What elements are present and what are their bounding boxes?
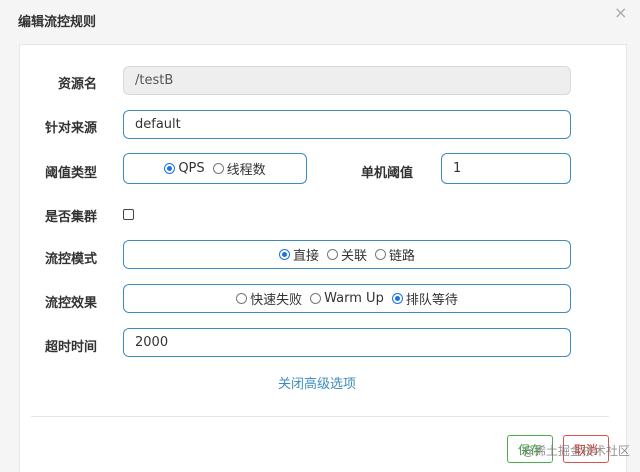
close-icon[interactable]: × bbox=[614, 3, 627, 22]
radio-warm-up-label: Warm Up bbox=[324, 291, 384, 306]
single-threshold-label: 单机阈值 bbox=[360, 166, 413, 181]
radio-qps-indicator[interactable] bbox=[164, 163, 176, 174]
radio-queue-indicator[interactable] bbox=[391, 293, 403, 304]
control-behavior-group: 快速失败 Warm Up 排队等待 bbox=[123, 284, 571, 313]
radio-chain-indicator[interactable] bbox=[375, 249, 386, 260]
radio-qps-label: QPS bbox=[178, 161, 205, 176]
timeout-label: 超时时间 bbox=[44, 340, 97, 355]
radio-direct[interactable]: 直接 bbox=[278, 245, 319, 264]
resource-field: /testB bbox=[123, 66, 571, 95]
radio-thread-count[interactable]: 线程数 bbox=[212, 159, 266, 178]
resource-label: 资源名 bbox=[57, 77, 97, 92]
radio-fast-fail-indicator[interactable] bbox=[236, 293, 248, 304]
radio-thread-count-indicator[interactable] bbox=[212, 163, 224, 174]
radio-fast-fail-label: 快速失败 bbox=[250, 293, 303, 308]
cluster-checkbox[interactable] bbox=[123, 209, 134, 220]
single-threshold-input[interactable]: 1 bbox=[441, 153, 571, 184]
radio-warm-up-indicator[interactable] bbox=[310, 293, 322, 304]
resource-value: /testB bbox=[135, 73, 174, 88]
limit-app-label: 针对来源 bbox=[44, 121, 97, 136]
limit-app-input[interactable]: default bbox=[123, 110, 571, 139]
threshold-type-group: QPS 线程数 bbox=[123, 153, 307, 184]
radio-thread-count-label: 线程数 bbox=[226, 163, 266, 178]
limit-app-value: default bbox=[135, 117, 181, 132]
radio-relate-indicator[interactable] bbox=[326, 249, 338, 260]
strategy-group: 直接 关联 链路 bbox=[123, 240, 571, 269]
footer-divider bbox=[31, 416, 609, 417]
timeout-value: 2000 bbox=[135, 335, 169, 350]
watermark: @稀土掘金技术社区 bbox=[521, 444, 630, 458]
radio-chain-label: 链路 bbox=[389, 249, 416, 264]
radio-direct-indicator[interactable] bbox=[278, 249, 290, 260]
control-behavior-label: 流控效果 bbox=[44, 296, 97, 311]
threshold-type-label: 阈值类型 bbox=[44, 166, 97, 181]
radio-qps[interactable]: QPS bbox=[164, 161, 205, 176]
close-advanced-options-link[interactable]: 关闭高级选项 bbox=[278, 373, 356, 392]
radio-relate[interactable]: 关联 bbox=[326, 245, 367, 264]
radio-relate-label: 关联 bbox=[340, 249, 367, 264]
radio-warm-up[interactable]: Warm Up bbox=[310, 291, 384, 306]
edit-flow-rule-dialog: 编辑流控规则 × 资源名 /testB 针对来源 default 阈值类型 QP… bbox=[0, 0, 640, 472]
radio-fast-fail[interactable]: 快速失败 bbox=[236, 289, 302, 308]
cluster-label: 是否集群 bbox=[44, 210, 97, 225]
single-threshold-value: 1 bbox=[453, 161, 462, 176]
radio-queue-label: 排队等待 bbox=[405, 293, 458, 308]
dialog-title: 编辑流控规则 bbox=[18, 15, 97, 30]
radio-chain[interactable]: 链路 bbox=[375, 245, 415, 264]
radio-queue[interactable]: 排队等待 bbox=[391, 289, 458, 308]
strategy-label: 流控模式 bbox=[44, 252, 97, 267]
radio-direct-label: 直接 bbox=[292, 249, 319, 264]
timeout-input[interactable]: 2000 bbox=[123, 328, 571, 357]
